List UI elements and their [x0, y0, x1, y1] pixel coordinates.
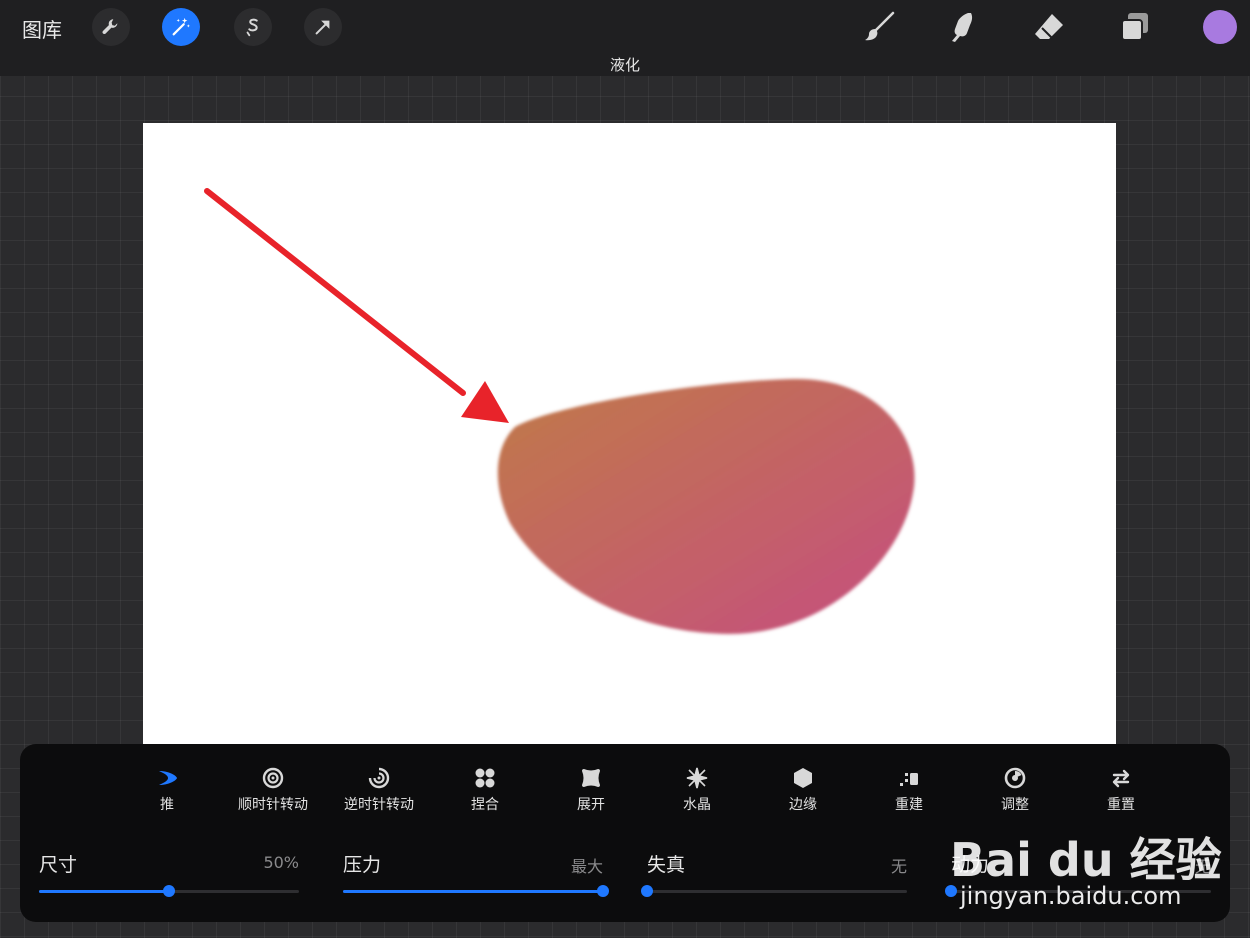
gallery-button[interactable]: 图库 — [22, 14, 62, 43]
push-icon — [159, 771, 177, 785]
tool-twirl-left[interactable]: 逆时针转动 — [326, 766, 432, 818]
brush-button[interactable] — [860, 8, 898, 46]
pinch-icon — [475, 768, 495, 788]
color-swatch[interactable] — [1203, 10, 1237, 44]
liquified-blob — [497, 378, 915, 635]
smudge-icon — [952, 13, 973, 42]
pressure-slider-value: 最大 — [570, 857, 603, 876]
size-slider-value: 50% — [263, 853, 299, 872]
distortion-slider-knob[interactable] — [641, 885, 653, 897]
reconstruct-icon — [900, 773, 918, 786]
edge-icon — [794, 768, 812, 788]
pressure-slider[interactable]: 压力 最大 — [343, 850, 609, 900]
tool-twirl-right[interactable]: 顺时针转动 — [220, 766, 326, 818]
magic-wand-icon — [172, 17, 190, 36]
top-toolbar: 图库 液化 — [0, 0, 1250, 76]
eraser-icon — [1035, 14, 1063, 39]
tool-push[interactable]: 推 — [114, 766, 220, 818]
expand-icon — [582, 769, 600, 787]
twirl-right-icon — [262, 767, 284, 789]
tool-expand[interactable]: 展开 — [538, 766, 644, 818]
canvas-artwork — [204, 188, 915, 635]
twirl-left-icon — [368, 767, 390, 789]
baidu-jingyan-watermark: Bai du 经验 jingyan.baidu.com — [930, 800, 1230, 910]
mode-title: 液化 — [609, 56, 640, 74]
tool-crystals[interactable]: 水晶 — [644, 766, 750, 818]
distortion-slider-label: 失真 — [647, 854, 686, 876]
size-slider[interactable]: 尺寸 50% — [39, 850, 299, 900]
layers-button[interactable] — [1116, 8, 1154, 46]
adjustments-button[interactable] — [162, 8, 200, 46]
size-slider-knob[interactable] — [163, 885, 175, 897]
watermark-url: jingyan.baidu.com — [960, 882, 1182, 910]
transform-button[interactable] — [304, 8, 342, 46]
crystals-icon — [686, 767, 708, 789]
adjust-icon — [1004, 767, 1026, 789]
pressure-slider-label: 压力 — [343, 854, 382, 876]
smudge-button[interactable] — [944, 8, 982, 46]
reset-icon — [1112, 769, 1130, 788]
drawing-canvas[interactable] — [143, 123, 1116, 744]
size-slider-label: 尺寸 — [39, 854, 78, 876]
brush-icon — [865, 11, 895, 41]
pressure-slider-knob[interactable] — [597, 885, 609, 897]
red-arrow-annotation — [204, 188, 509, 423]
selection-button[interactable] — [234, 8, 272, 46]
tool-pinch[interactable]: 捏合 — [432, 766, 538, 818]
actions-button[interactable] — [92, 8, 130, 46]
eraser-button[interactable] — [1030, 8, 1068, 46]
tool-edge[interactable]: 边缘 — [750, 766, 856, 818]
transform-arrow-icon — [315, 20, 330, 35]
wrench-icon — [102, 19, 118, 35]
watermark-logo: Bai du 经验 — [950, 833, 1222, 887]
distortion-slider-value: 无 — [890, 857, 907, 876]
selection-s-icon — [246, 18, 258, 37]
layers-icon — [1121, 13, 1148, 41]
distortion-slider[interactable]: 失真 无 — [641, 850, 907, 900]
